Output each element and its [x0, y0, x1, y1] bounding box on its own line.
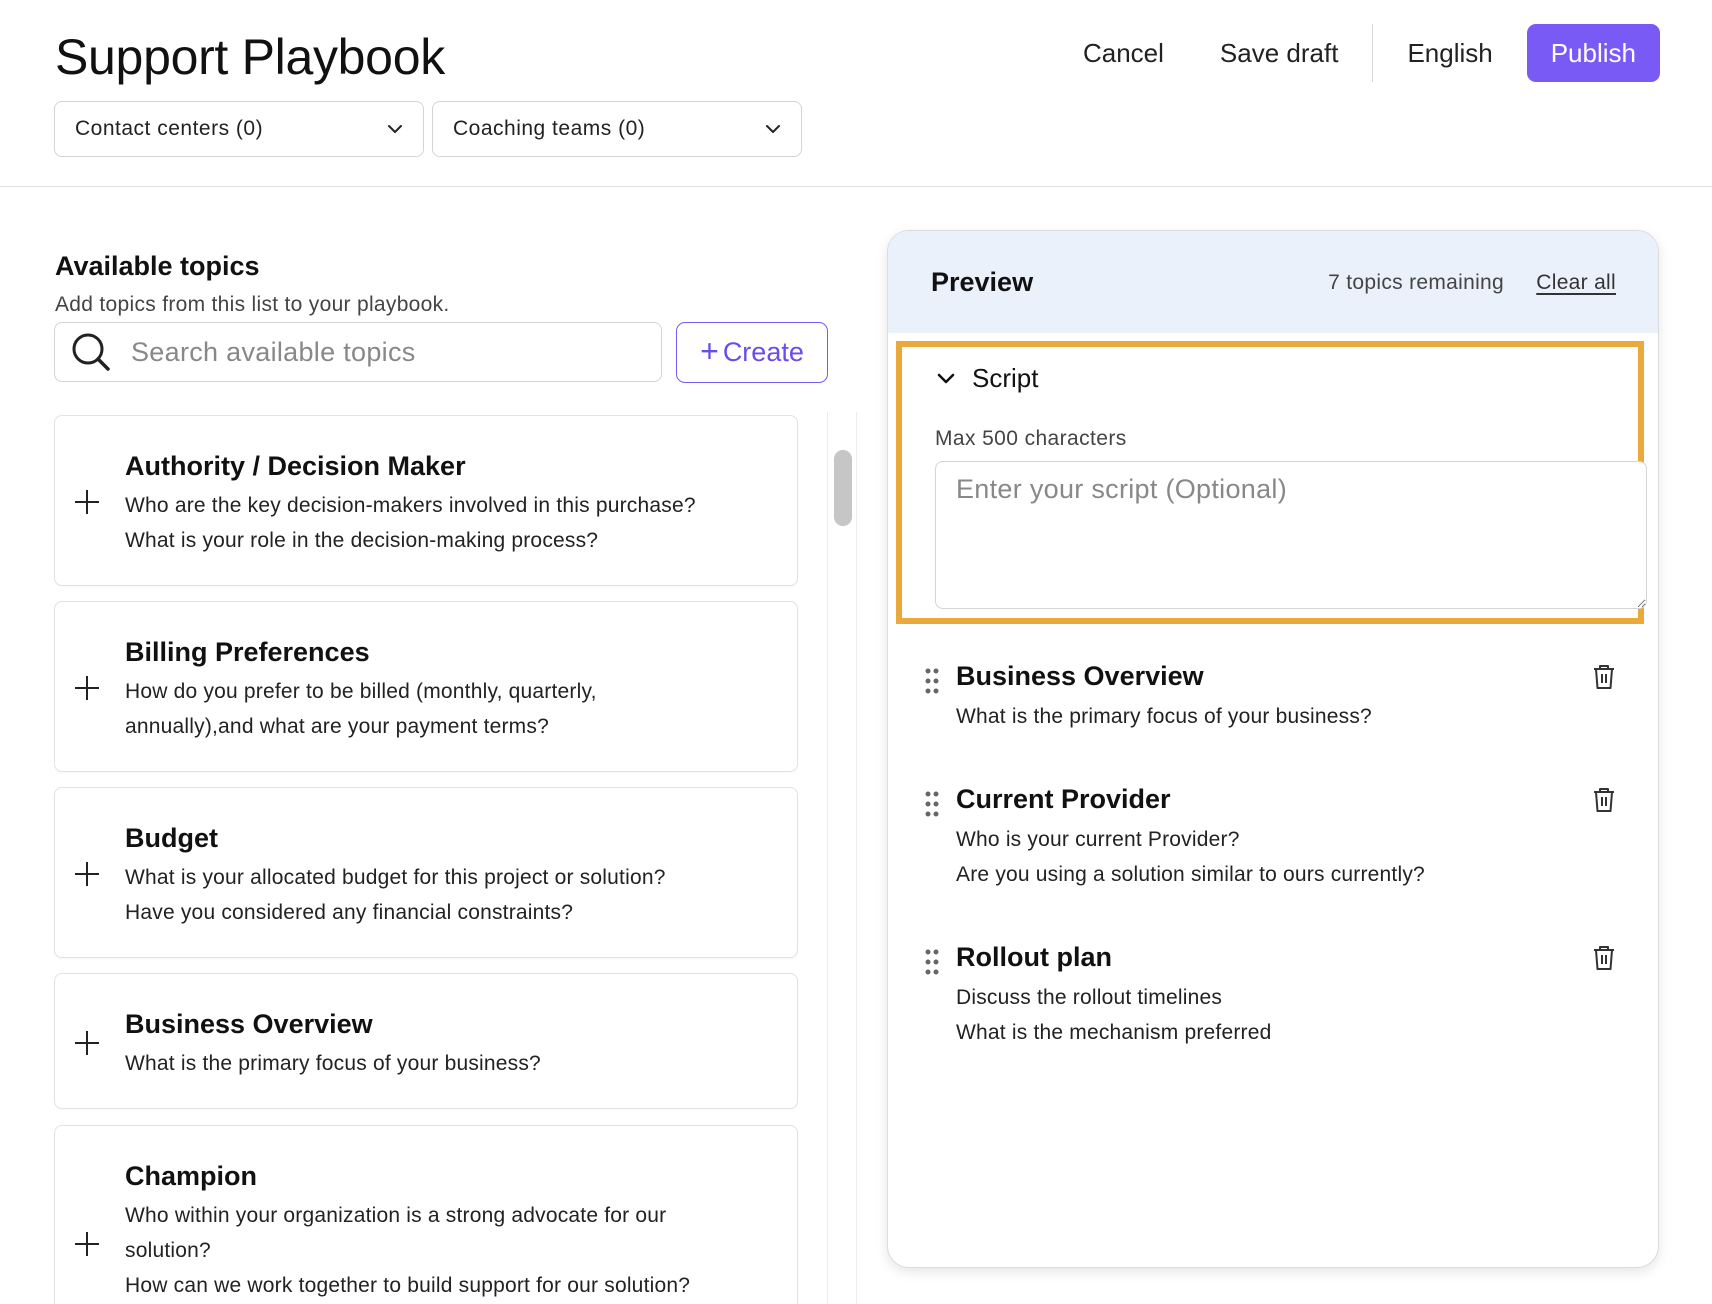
page-title: Support Playbook	[55, 29, 445, 85]
topic-description: How do you prefer to be billed (monthly,…	[125, 680, 597, 738]
preview-topic-item[interactable]: Current Provider Who is your current Pro…	[888, 784, 1658, 904]
scrollbar-thumb[interactable]	[834, 450, 852, 526]
available-topics-subtitle: Add topics from this list to your playbo…	[55, 293, 450, 316]
chevron-down-icon	[766, 125, 780, 133]
preview-topic-item[interactable]: Business Overview What is the primary fo…	[888, 661, 1658, 761]
plus-icon[interactable]	[74, 1231, 100, 1257]
topic-card[interactable]: Billing Preferences How do you prefer to…	[54, 601, 798, 772]
topic-card[interactable]: Budget What is your allocated budget for…	[54, 787, 798, 958]
search-icon	[72, 333, 110, 371]
cancel-button[interactable]: Cancel	[1055, 24, 1192, 82]
trash-icon[interactable]	[1592, 664, 1616, 690]
preview-topic-title: Business Overview	[956, 661, 1204, 691]
search-box	[54, 322, 662, 382]
filters: Contact centers (0) Coaching teams (0)	[54, 101, 802, 157]
topic-card[interactable]: Business Overview What is the primary fo…	[54, 973, 798, 1109]
clear-all-link[interactable]: Clear all	[1536, 271, 1616, 295]
scrollbar-track[interactable]	[827, 412, 857, 1304]
publish-button[interactable]: Publish	[1526, 24, 1660, 82]
topic-title: Budget	[125, 823, 218, 853]
drag-handle-icon[interactable]	[924, 668, 940, 694]
preview-title: Preview	[931, 267, 1034, 297]
header-divider	[1372, 24, 1374, 82]
contact-centers-select[interactable]: Contact centers (0)	[54, 101, 424, 157]
topic-title: Business Overview	[125, 1009, 373, 1039]
plus-icon[interactable]	[74, 861, 100, 887]
coaching-teams-select[interactable]: Coaching teams (0)	[432, 101, 802, 157]
chevron-down-icon	[388, 125, 402, 133]
coaching-teams-label: Coaching teams (0)	[453, 117, 646, 140]
topic-card[interactable]: Champion Who within your organization is…	[54, 1125, 798, 1304]
topics-remaining: 7 topics remaining	[1328, 271, 1504, 294]
topic-title: Authority / Decision Maker	[125, 451, 466, 481]
trash-icon[interactable]	[1592, 787, 1616, 813]
drag-handle-icon[interactable]	[924, 791, 940, 817]
preview-panel: Preview 7 topics remaining Clear all Scr…	[887, 230, 1659, 1268]
drag-handle-icon[interactable]	[924, 949, 940, 975]
topic-description: Who within your organization is a strong…	[125, 1204, 691, 1297]
available-topic-list: Authority / Decision Maker Who are the k…	[54, 415, 798, 1304]
search-input[interactable]	[131, 336, 601, 368]
preview-topic-description: Who is your current Provider? Are you us…	[956, 828, 1425, 886]
preview-header: Preview 7 topics remaining Clear all	[888, 231, 1658, 333]
plus-icon[interactable]	[74, 675, 100, 701]
contact-centers-label: Contact centers (0)	[75, 117, 264, 140]
create-topic-button[interactable]: + Create	[676, 322, 828, 383]
topic-description: What is your allocated budget for this p…	[125, 866, 666, 924]
header-divider-line	[0, 186, 1712, 187]
topic-card[interactable]: Authority / Decision Maker Who are the k…	[54, 415, 798, 586]
header-actions: Cancel Save draft English Publish	[1055, 24, 1660, 82]
preview-topic-description: What is the primary focus of your busine…	[956, 705, 1372, 728]
create-label: Create	[722, 337, 804, 367]
save-draft-button[interactable]: Save draft	[1192, 24, 1367, 82]
script-toggle[interactable]: Script	[936, 363, 1038, 394]
language-selector[interactable]: English	[1379, 24, 1520, 82]
script-textarea[interactable]	[935, 461, 1647, 609]
plus-icon[interactable]	[74, 1030, 100, 1056]
preview-topic-description: Discuss the rollout timelines What is th…	[956, 986, 1272, 1044]
script-section: Script Max 500 characters	[896, 341, 1647, 624]
plus-icon[interactable]	[74, 489, 100, 515]
topic-title: Billing Preferences	[125, 637, 370, 667]
max-characters-hint: Max 500 characters	[935, 427, 1127, 450]
topic-description: Who are the key decision-makers involved…	[125, 494, 696, 552]
topic-title: Champion	[125, 1161, 257, 1191]
chevron-down-icon	[937, 373, 955, 383]
available-topics-heading: Available topics	[55, 251, 260, 281]
preview-topic-title: Current Provider	[956, 784, 1171, 814]
topic-description: What is the primary focus of your busine…	[125, 1052, 541, 1075]
script-label: Script	[972, 363, 1039, 393]
trash-icon[interactable]	[1592, 945, 1616, 971]
plus-icon: +	[700, 333, 719, 369]
preview-topic-title: Rollout plan	[956, 942, 1112, 972]
preview-topic-item[interactable]: Rollout plan Discuss the rollout timelin…	[888, 942, 1658, 1062]
